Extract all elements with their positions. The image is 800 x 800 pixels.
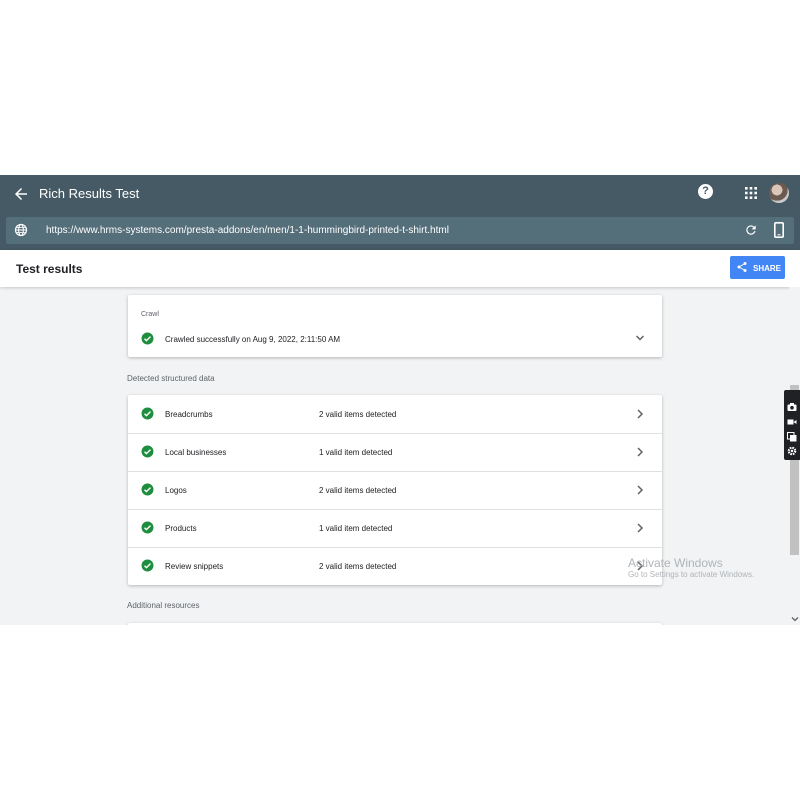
check-circle-icon: [141, 407, 154, 420]
check-circle-icon: [141, 483, 154, 496]
additional-resources-card: [128, 623, 662, 625]
url-input[interactable]: https://www.hrms-systems.com/presta-addo…: [46, 225, 449, 236]
avatar[interactable]: [769, 183, 789, 203]
top-bar: Rich Results Test ? https://www.hrms-sys…: [0, 175, 800, 250]
table-row[interactable]: Products 1 valid item detected: [128, 509, 662, 548]
table-row[interactable]: Logos 2 valid items detected: [128, 471, 662, 510]
table-row[interactable]: Breadcrumbs 2 valid items detected: [128, 395, 662, 434]
table-row[interactable]: Local businesses 1 valid item detected: [128, 433, 662, 472]
chevron-right-icon: [637, 523, 644, 533]
item-status: 1 valid item detected: [319, 524, 393, 533]
item-name: Local businesses: [165, 448, 227, 457]
chevron-down-icon[interactable]: [635, 333, 645, 343]
chevron-right-icon: [637, 447, 644, 457]
item-status: 2 valid items detected: [319, 486, 397, 495]
share-button[interactable]: SHARE: [730, 256, 785, 279]
structured-data-card: Breadcrumbs 2 valid items detected Local…: [128, 395, 662, 585]
help-icon[interactable]: ?: [698, 184, 713, 199]
item-status: 1 valid item detected: [319, 448, 393, 457]
app-title: Rich Results Test: [39, 186, 140, 201]
chevron-right-icon: [637, 409, 644, 419]
section-label-structured-data: Detected structured data: [127, 374, 215, 383]
item-name: Breadcrumbs: [165, 410, 213, 419]
item-name: Logos: [165, 486, 187, 495]
crawl-status: Crawled successfully on Aug 9, 2022, 2:1…: [165, 335, 341, 344]
page-title: Test results: [16, 262, 83, 276]
url-bar[interactable]: https://www.hrms-systems.com/presta-addo…: [6, 217, 794, 244]
item-name: Products: [165, 524, 197, 533]
chevron-right-icon: [637, 485, 644, 495]
apps-grid-icon[interactable]: [745, 187, 757, 199]
share-icon: [737, 262, 747, 272]
item-status: 2 valid items detected: [319, 410, 397, 419]
app-window: Rich Results Test ? https://www.hrms-sys…: [0, 175, 800, 625]
activate-windows-title: Activate Windows: [628, 556, 723, 570]
reload-icon[interactable]: [744, 223, 758, 237]
copy-icon[interactable]: [787, 432, 797, 442]
results-header: Test results SHARE: [0, 250, 800, 287]
check-circle-icon: [141, 521, 154, 534]
camera-icon[interactable]: [787, 402, 797, 412]
section-label-additional-resources: Additional resources: [127, 601, 200, 610]
mobile-device-icon[interactable]: [774, 222, 784, 238]
crawl-label: Crawl: [141, 311, 159, 318]
item-name: Review snippets: [165, 562, 224, 571]
check-circle-icon: [141, 559, 154, 572]
settings-icon[interactable]: [787, 446, 797, 456]
share-label: SHARE: [753, 264, 782, 273]
activate-windows-subtitle: Go to Settings to activate Windows.: [628, 570, 755, 579]
crawl-card[interactable]: Crawl Crawled successfully on Aug 9, 202…: [128, 295, 662, 357]
scroll-down-arrow-icon[interactable]: [791, 615, 799, 623]
globe-icon: [14, 223, 28, 237]
video-icon[interactable]: [787, 417, 797, 427]
table-row[interactable]: Review snippets 2 valid items detected: [128, 547, 662, 585]
screen-capture-toolbar: [784, 390, 800, 460]
item-status: 2 valid items detected: [319, 562, 397, 571]
check-circle-icon: [141, 332, 154, 345]
back-arrow-icon[interactable]: [12, 185, 30, 203]
check-circle-icon: [141, 445, 154, 458]
